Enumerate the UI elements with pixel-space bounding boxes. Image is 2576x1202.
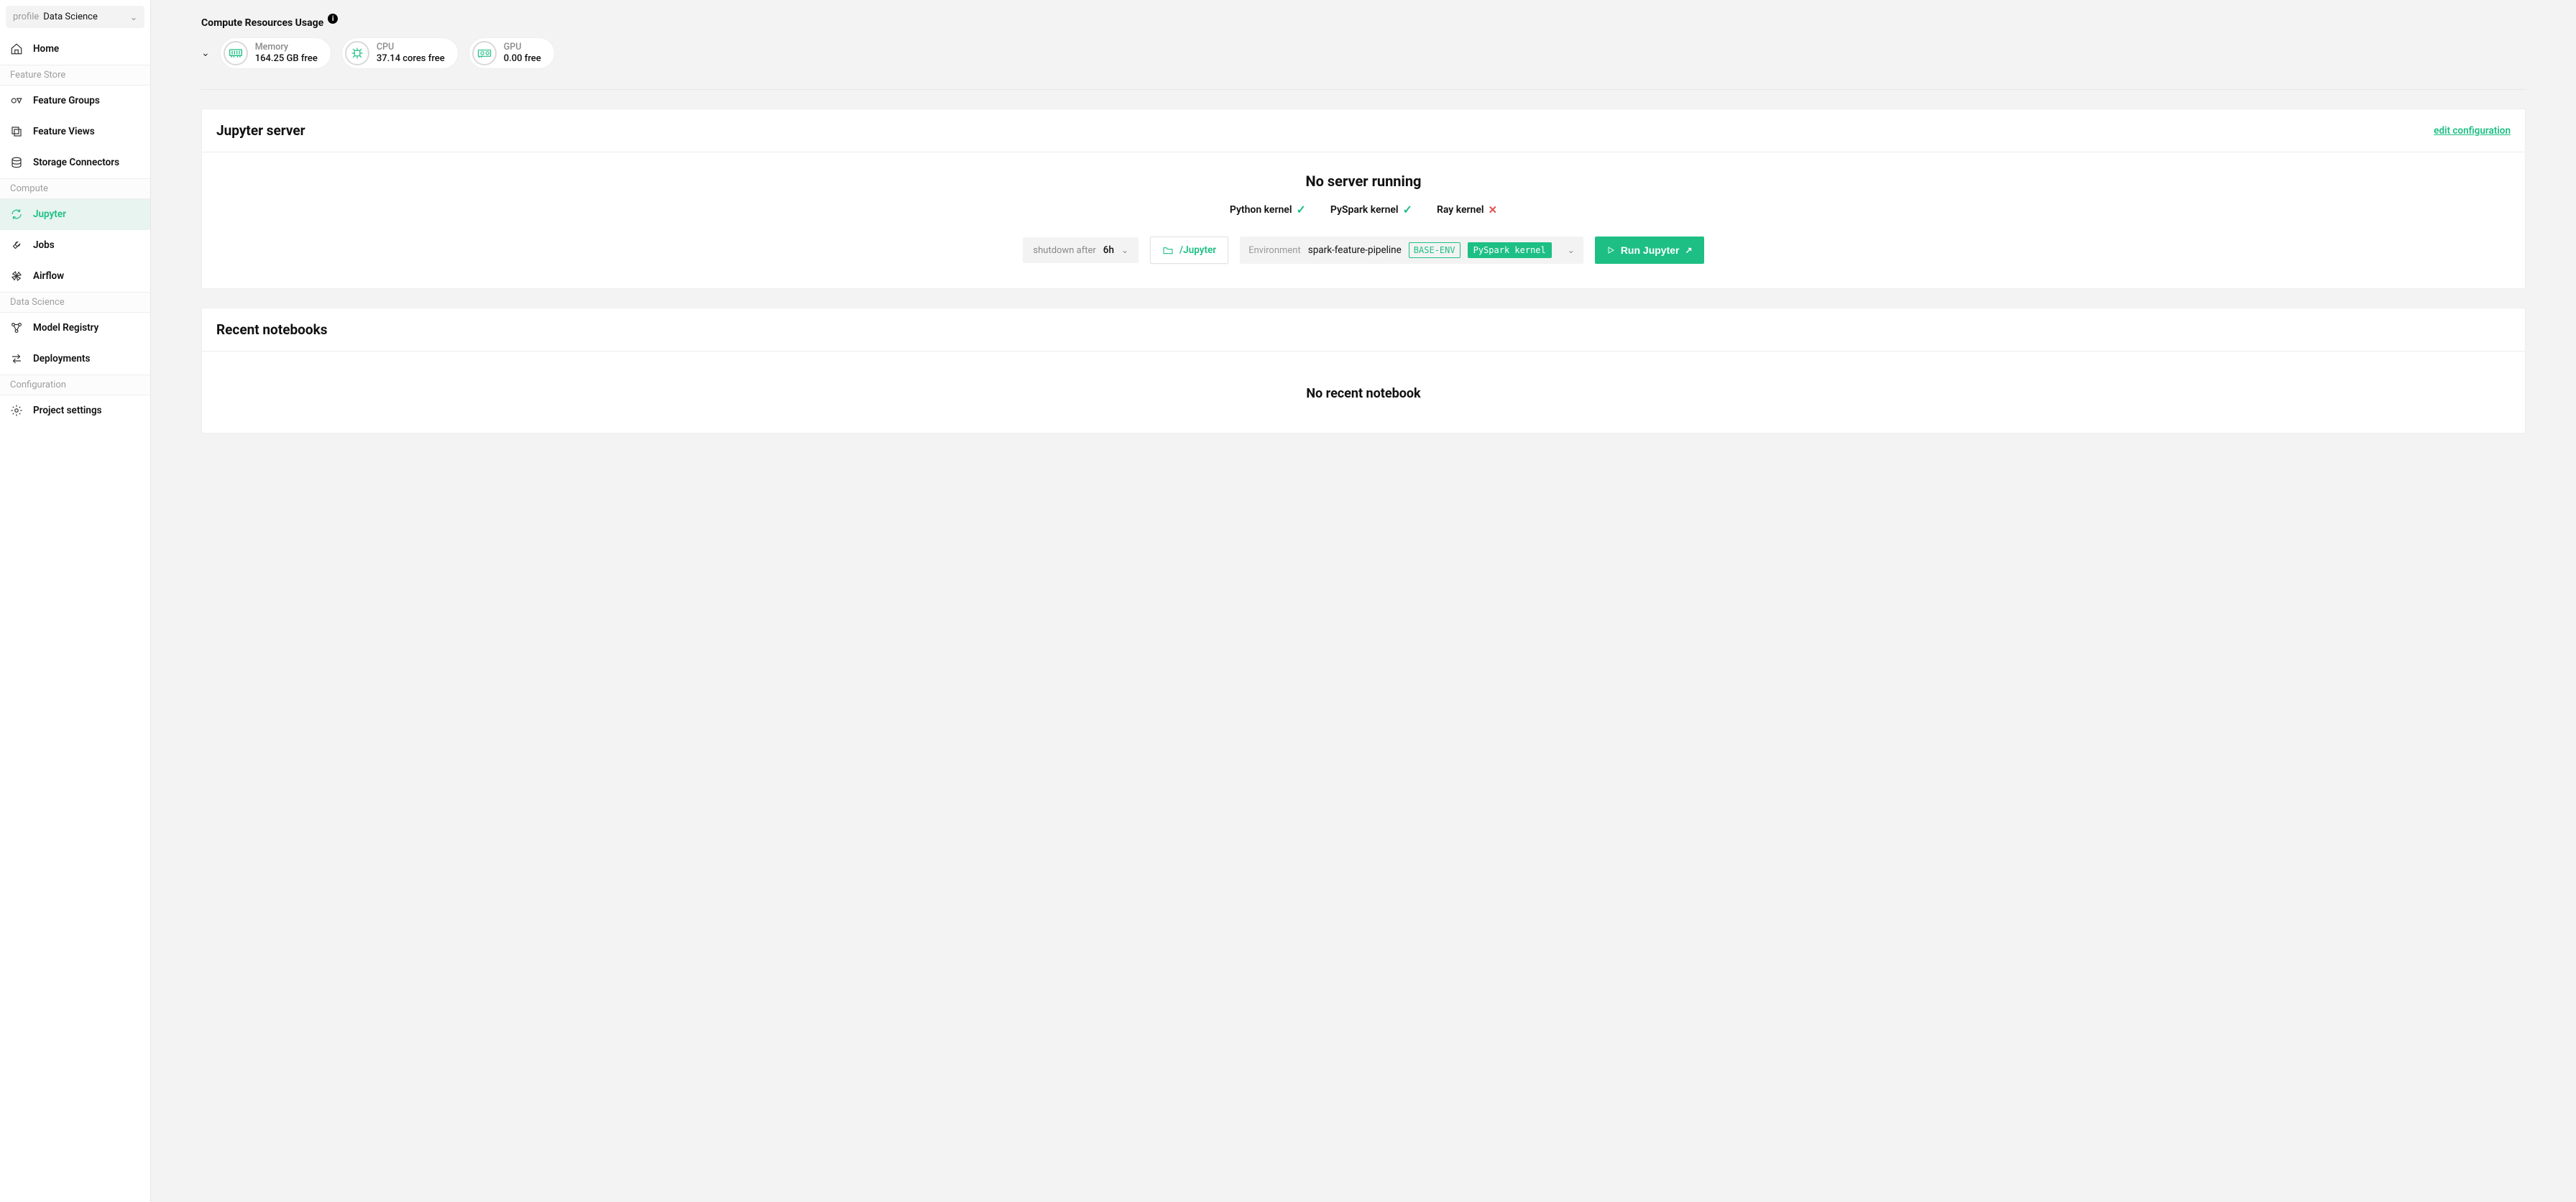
folder-icon: [1162, 245, 1174, 255]
env-name: spark-feature-pipeline: [1308, 244, 1402, 256]
resource-memory: Memory 164.25 GB free: [220, 37, 331, 69]
recent-empty-message: No recent notebook: [216, 372, 2511, 408]
home-icon: [10, 42, 23, 55]
sidebar-item-label: Deployments: [33, 353, 90, 364]
refresh-icon: [10, 208, 23, 221]
kernel-label: Python kernel: [1230, 204, 1292, 216]
sidebar-item-label: Project settings: [33, 405, 102, 416]
external-icon: ↗: [1685, 245, 1693, 255]
swap-icon: [10, 352, 23, 365]
jupyter-card: Jupyter server edit configuration No ser…: [201, 109, 2526, 289]
jupyter-title: Jupyter server: [216, 122, 305, 139]
sidebar-item-deployments[interactable]: Deployments: [0, 344, 150, 375]
shapes-icon: [10, 94, 23, 107]
sidebar-item-label: Home: [33, 43, 59, 55]
run-jupyter-button[interactable]: Run Jupyter ↗: [1595, 237, 1704, 264]
sidebar-item-airflow[interactable]: Airflow: [0, 261, 150, 292]
wrench-icon: [10, 239, 23, 252]
resource-value: 37.14 cores free: [377, 53, 445, 65]
env-label: Environment: [1248, 245, 1301, 256]
sidebar-item-label: Jobs: [33, 239, 55, 251]
recent-title: Recent notebooks: [216, 321, 328, 338]
kernel-label: Ray kernel: [1437, 204, 1484, 216]
info-icon[interactable]: i: [328, 14, 338, 24]
resources-row: ⌄ Memory 164.25 GB free CPU 37.14 cores …: [201, 37, 2526, 90]
copy-icon: [10, 125, 23, 138]
profile-selector[interactable]: profile Data Science ⌄: [6, 6, 144, 28]
recent-notebooks-card: Recent notebooks No recent notebook: [201, 308, 2526, 433]
kernel-status-row: Python kernel ✓ PySpark kernel ✓ Ray ker…: [1230, 203, 1497, 216]
jupyter-status: No server running: [1306, 173, 1422, 190]
recent-header: Recent notebooks: [202, 308, 2525, 352]
resources-title-row: Compute Resources Usage i: [201, 17, 2526, 29]
dropdown-value: 6h: [1103, 244, 1114, 256]
gpu-icon: [472, 41, 497, 65]
sidebar-item-jobs[interactable]: Jobs: [0, 230, 150, 261]
sidebar-item-label: Model Registry: [33, 322, 98, 334]
resource-cpu: CPU 37.14 cores free: [341, 37, 459, 69]
resource-label: CPU: [377, 42, 445, 53]
kernel-ray: Ray kernel ✕: [1437, 203, 1497, 216]
recent-body: No recent notebook: [202, 352, 2525, 433]
sidebar-item-project-settings[interactable]: Project settings: [0, 395, 150, 426]
sidebar-item-storage-connectors[interactable]: Storage Connectors: [0, 147, 150, 178]
jupyter-controls: shutdown after 6h ⌄ /Jupyter Environment…: [1023, 237, 1703, 264]
sidebar-item-model-registry[interactable]: Model Registry: [0, 313, 150, 344]
main-content: Compute Resources Usage i ⌄ Memory 164.2…: [151, 0, 2576, 1202]
cpu-icon: [345, 41, 369, 65]
x-icon: ✕: [1489, 203, 1498, 216]
sidebar-item-label: Jupyter: [33, 208, 66, 220]
environment-selector[interactable]: Environment spark-feature-pipeline BASE-…: [1240, 237, 1583, 264]
sidebar-section-data-science: Data Science: [0, 292, 150, 313]
resource-value: 0.00 free: [504, 53, 541, 65]
profile-label: profile: [13, 12, 39, 22]
kernel-pyspark: PySpark kernel ✓: [1330, 203, 1412, 216]
check-icon: ✓: [1403, 203, 1412, 216]
folder-path: /Jupyter: [1179, 244, 1216, 256]
env-badge-kernel: PySpark kernel: [1468, 242, 1552, 258]
check-icon: ✓: [1296, 203, 1305, 216]
gear-icon: [10, 404, 23, 417]
resource-label: GPU: [504, 42, 541, 53]
profile-value: Data Science: [43, 12, 126, 22]
sidebar-item-label: Airflow: [33, 270, 64, 282]
sidebar-item-jupyter[interactable]: Jupyter: [0, 199, 150, 230]
jupyter-card-body: No server running Python kernel ✓ PySpar…: [202, 152, 2525, 288]
pinwheel-icon: [10, 270, 23, 283]
chevron-down-icon: ⌄: [1121, 245, 1128, 255]
resource-value: 164.25 GB free: [255, 53, 318, 65]
sidebar-item-label: Feature Views: [33, 126, 95, 137]
sidebar-section-compute: Compute: [0, 178, 150, 199]
sidebar-item-label: Feature Groups: [33, 95, 100, 106]
sidebar: profile Data Science ⌄ Home Feature Stor…: [0, 0, 151, 1202]
chevron-down-icon: ⌄: [130, 12, 137, 22]
jupyter-folder-button[interactable]: /Jupyter: [1150, 237, 1228, 264]
sidebar-section-feature-store: Feature Store: [0, 65, 150, 86]
run-label: Run Jupyter: [1621, 244, 1680, 256]
chevron-down-icon: ⌄: [1568, 245, 1575, 255]
sidebar-item-home[interactable]: Home: [0, 34, 150, 65]
network-icon: [10, 321, 23, 334]
sidebar-item-feature-groups[interactable]: Feature Groups: [0, 86, 150, 116]
sidebar-section-configuration: Configuration: [0, 375, 150, 395]
edit-configuration-link[interactable]: edit configuration: [2434, 125, 2511, 137]
dropdown-label: shutdown after: [1033, 245, 1095, 256]
play-icon: [1606, 246, 1615, 254]
jupyter-card-header: Jupyter server edit configuration: [202, 109, 2525, 152]
sidebar-item-feature-views[interactable]: Feature Views: [0, 116, 150, 147]
resource-gpu: GPU 0.00 free: [469, 37, 555, 69]
shutdown-after-dropdown[interactable]: shutdown after 6h ⌄: [1023, 237, 1138, 263]
env-badge-base: BASE-ENV: [1409, 242, 1460, 258]
kernel-python: Python kernel ✓: [1230, 203, 1306, 216]
sidebar-item-label: Storage Connectors: [33, 157, 119, 168]
resources-title: Compute Resources Usage: [201, 17, 323, 29]
chevron-down-icon[interactable]: ⌄: [201, 47, 210, 59]
memory-icon: [224, 41, 248, 65]
database-icon: [10, 156, 23, 169]
resource-label: Memory: [255, 42, 318, 53]
kernel-label: PySpark kernel: [1330, 204, 1399, 216]
